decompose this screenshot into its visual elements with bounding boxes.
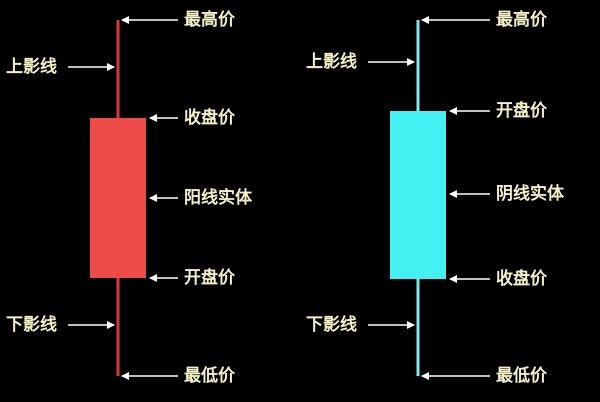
yin-low-label: 最低价 (496, 366, 547, 386)
yin-lower-shadow-label: 下影线 (306, 315, 357, 335)
yin-high-label: 最高价 (496, 10, 547, 30)
yin-body-label: 阴线实体 (496, 184, 564, 204)
yang-close-label: 收盘价 (184, 108, 235, 128)
candlestick-diagram: 最高价 上影线 收盘价 阳线实体 开盘价 下影线 最低价 最高价 上影线 开盘价… (0, 0, 600, 402)
yang-low-label: 最低价 (184, 366, 235, 386)
yang-open-label: 开盘价 (184, 268, 235, 288)
yang-body (90, 118, 146, 278)
yin-body (390, 111, 446, 279)
yin-upper-shadow-label: 上影线 (306, 52, 357, 72)
yin-close-label: 收盘价 (496, 269, 547, 289)
yang-high-label: 最高价 (184, 10, 235, 30)
yang-lower-shadow-label: 下影线 (6, 315, 57, 335)
yang-upper-shadow-label: 上影线 (6, 57, 57, 77)
yang-body-label: 阳线实体 (184, 188, 252, 208)
yin-open-label: 开盘价 (496, 101, 547, 121)
